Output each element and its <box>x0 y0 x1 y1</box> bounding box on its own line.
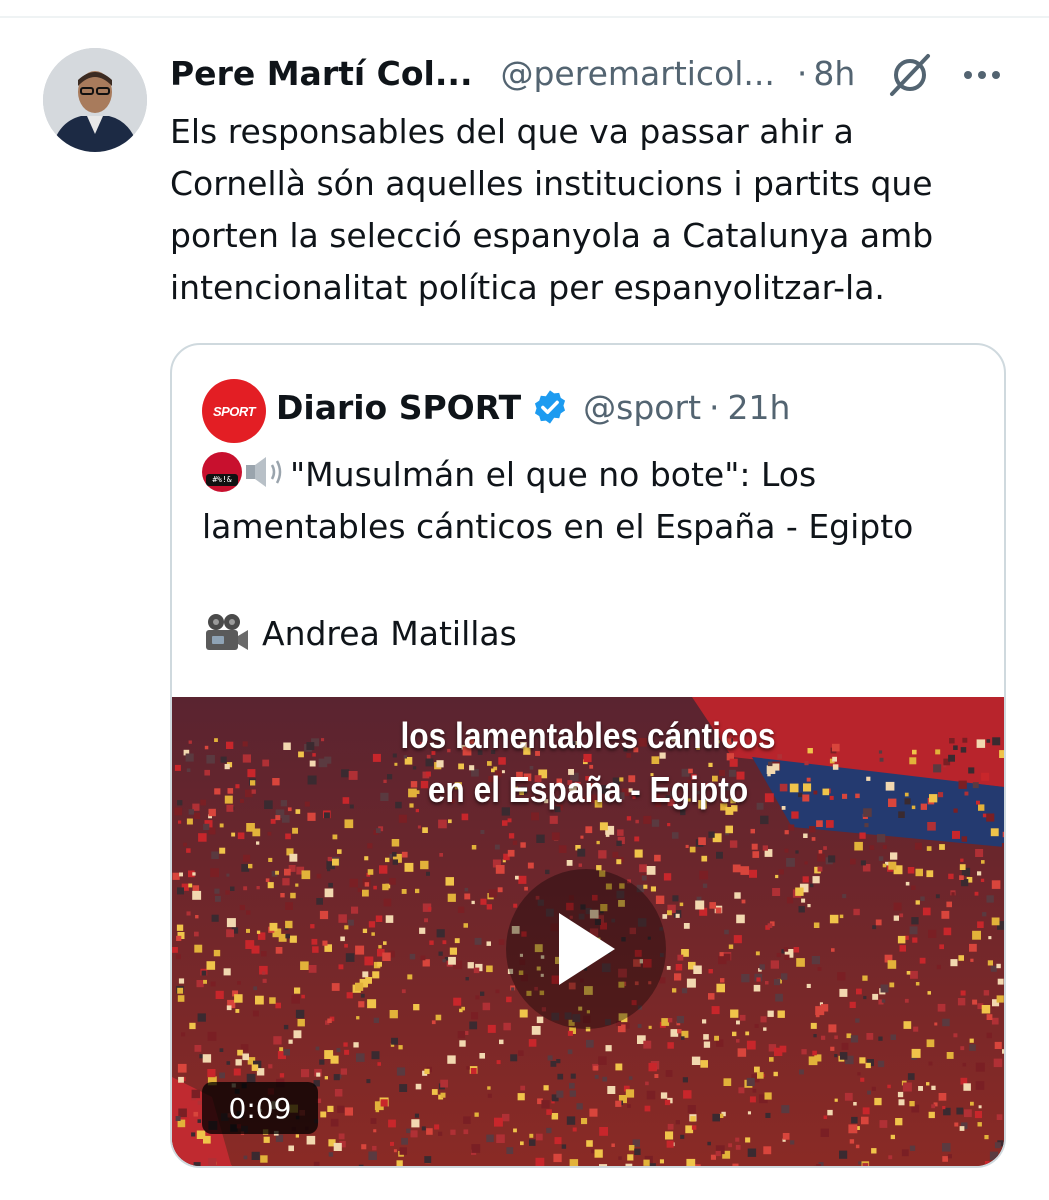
video-credit: Andrea Matillas <box>202 607 517 659</box>
play-icon <box>559 913 615 985</box>
play-button[interactable] <box>506 869 666 1029</box>
quoted-tweet-body: "Musulmán el que no bote": Los lamentabl… <box>202 455 914 546</box>
sport-logo-text: SPORT <box>212 403 256 419</box>
angry-face-symbols-icon <box>202 452 242 492</box>
quoted-author-handle[interactable]: @sport <box>583 388 701 427</box>
quoted-author-avatar[interactable]: SPORT <box>202 379 266 443</box>
movie-camera-icon <box>206 614 248 650</box>
author-avatar[interactable] <box>43 48 147 152</box>
video-caption-line-1: los lamentables cánticos <box>400 715 776 756</box>
tweet-timestamp[interactable]: 8h <box>813 54 855 93</box>
tweet-text: Els responsables del que va passar ahir … <box>170 112 934 307</box>
verified-badge-icon <box>535 390 566 424</box>
quoted-timestamp[interactable]: 21h <box>728 388 791 427</box>
quoted-author-name[interactable]: Diario SPORT <box>276 388 521 427</box>
tweet-header: Pere Martí Col... @peremarticol... · 8h <box>170 50 855 96</box>
more-dots-icon[interactable] <box>960 60 1004 90</box>
author-name[interactable]: Pere Martí Col... <box>170 54 472 93</box>
quoted-tweet-text: "Musulmán el que no bote": Los lamentabl… <box>202 449 992 553</box>
separator-dot: · <box>796 53 808 93</box>
video-player[interactable]: los lamentables cánticos en el España - … <box>172 697 1004 1166</box>
quoted-separator-dot: · <box>709 387 720 427</box>
video-duration: 0:09 <box>202 1082 318 1134</box>
grok-slash-icon[interactable] <box>886 52 934 98</box>
quoted-tweet-header: Diario SPORT @sport · 21h <box>276 381 790 433</box>
author-handle[interactable]: @peremarticol... <box>500 54 774 93</box>
quoted-tweet-card[interactable]: SPORT Diario SPORT @sport · 21h "Musulmá… <box>170 343 1006 1168</box>
video-caption-line-2: en el España - Egipto <box>427 769 749 810</box>
speaker-icon <box>246 457 282 487</box>
credit-name: Andrea Matillas <box>262 613 517 653</box>
top-divider <box>0 16 1049 18</box>
